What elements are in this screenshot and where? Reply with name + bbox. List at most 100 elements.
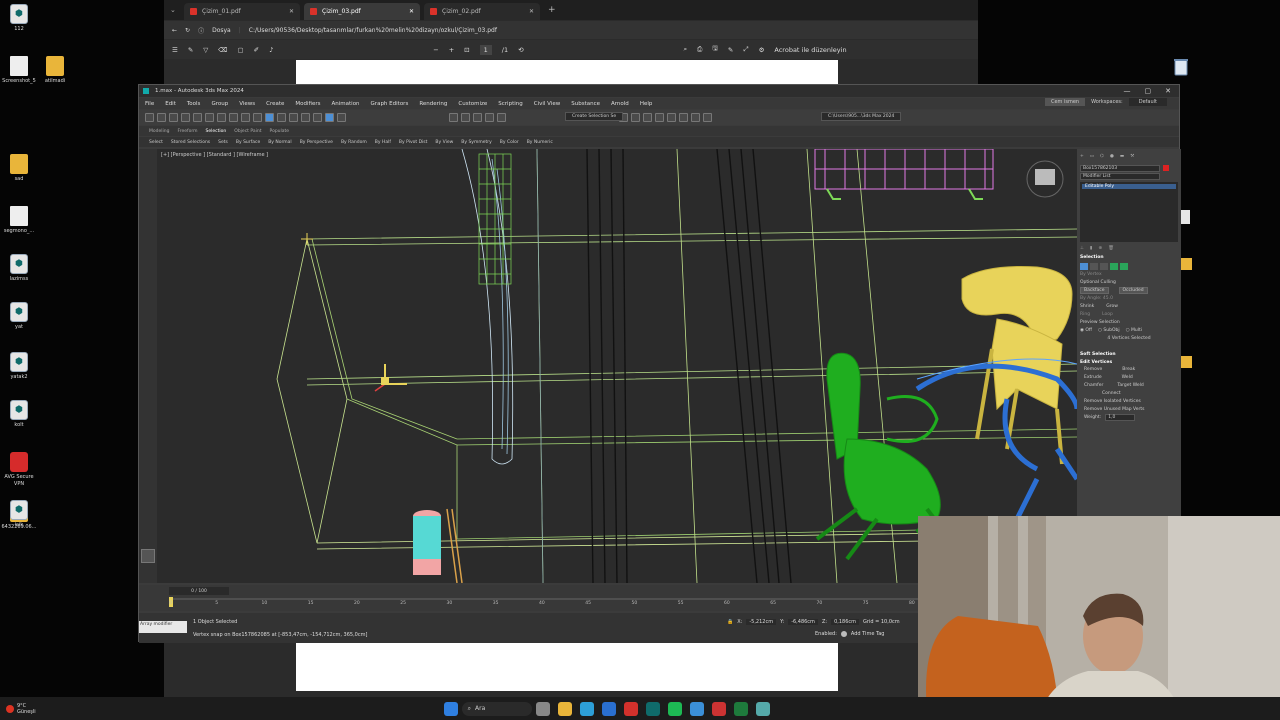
file-explorer-icon[interactable] (557, 701, 572, 716)
named-sel-icon[interactable] (473, 113, 482, 122)
loop-button[interactable]: Loop (1102, 312, 1113, 317)
snap-icon[interactable] (325, 113, 334, 122)
desktop-icon[interactable]: sad (2, 154, 36, 183)
read-aloud-icon[interactable]: ♪ (269, 46, 273, 54)
pin-stack-icon[interactable]: ⊥ (1080, 246, 1084, 251)
render-icon[interactable] (703, 113, 712, 122)
desktop-icon[interactable]: ⬢ 112 (2, 4, 36, 33)
menu-item-civil-view[interactable]: Civil View (534, 101, 560, 107)
page-number-input[interactable]: 1 (479, 44, 492, 55)
rotate-icon[interactable] (277, 113, 286, 122)
z-coordinate[interactable]: 0,186cm (831, 619, 859, 625)
pivot-icon[interactable] (313, 113, 322, 122)
desktop-icon[interactable]: ⬢ lazimss (2, 254, 36, 283)
render-setup-icon[interactable] (679, 113, 688, 122)
menu-item-group[interactable]: Group (211, 101, 228, 107)
desktop-icon[interactable]: atilmadi (38, 56, 72, 85)
selection-set-field[interactable]: Create Selection Se (565, 112, 624, 121)
selection-ribbon-item[interactable]: By Symmetry (461, 140, 492, 145)
object-name-field[interactable]: Box157862103 (1080, 164, 1160, 172)
move-icon[interactable] (265, 113, 274, 122)
stack-item-editable-poly[interactable]: Editable Poly (1082, 184, 1176, 189)
menu-item-modifiers[interactable]: Modifiers (295, 101, 320, 107)
refresh-icon[interactable]: ↻ (185, 27, 190, 34)
desktop-icon[interactable]: AVG Secure VPN (2, 452, 36, 488)
x-coordinate[interactable]: -5,212cm (746, 619, 777, 625)
menu-item-customize[interactable]: Customize (458, 101, 487, 107)
shrink-button[interactable]: Shrink (1080, 304, 1094, 309)
chamfer-button[interactable]: Chamfer (1084, 383, 1103, 388)
grow-button[interactable]: Grow (1106, 304, 1118, 309)
edge-icon[interactable] (579, 701, 594, 716)
curve-editor-icon[interactable] (643, 113, 652, 122)
back-icon[interactable]: ← (172, 27, 177, 34)
taskbar-search[interactable]: ⌕ Ara (461, 701, 532, 716)
selection-ribbon-item[interactable]: By Color (500, 140, 519, 145)
desktop-icon[interactable]: segmono_... (2, 206, 36, 235)
menu-item-tools[interactable]: Tools (187, 101, 201, 107)
modifier-list-dropdown[interactable]: Modifier List (1080, 172, 1160, 180)
ribbon-tab[interactable]: Modeling (149, 129, 169, 134)
highlight-icon[interactable]: ✎ (188, 46, 193, 54)
pdf-tab[interactable]: Çizim_01.pdf ✕ (184, 3, 300, 20)
recorder-icon[interactable] (711, 701, 726, 716)
mirror-icon[interactable] (485, 113, 494, 122)
erase-icon[interactable]: ⌫ (218, 46, 227, 54)
menu-item-rendering[interactable]: Rendering (419, 101, 447, 107)
remove-unused-map-verts-button[interactable]: Remove Unused Map Verts (1080, 405, 1178, 413)
recycle-bin-icon[interactable] (1170, 56, 1192, 86)
modify-tab-icon[interactable]: ▭ (1090, 154, 1094, 159)
store-icon[interactable] (601, 701, 616, 716)
ribbon-tab[interactable]: Object Paint (234, 129, 261, 134)
selection-rollout-header[interactable]: Selection (1080, 255, 1178, 260)
ribbon-tab[interactable]: Populate (270, 129, 290, 134)
enabled-toggle[interactable] (840, 631, 847, 637)
telegram-icon[interactable] (689, 701, 704, 716)
project-path-field[interactable]: C:\Users\905...\3ds Max 2024 (821, 112, 902, 121)
create-tab-icon[interactable]: + (1080, 154, 1084, 159)
selection-ribbon-item[interactable]: By Numeric (527, 140, 553, 145)
menu-item-views[interactable]: Views (239, 101, 255, 107)
remove-modifier-icon[interactable]: 🗑 (1108, 246, 1114, 251)
menu-item-substance[interactable]: Substance (571, 101, 600, 107)
select-name-icon[interactable] (229, 113, 238, 122)
maxscript-listener[interactable]: Array modifier (139, 621, 187, 633)
percent-snap-icon[interactable] (449, 113, 458, 122)
filter-icon[interactable] (205, 113, 214, 122)
object-color-swatch[interactable] (1163, 165, 1169, 171)
desktop-icon[interactable]: ⬢ kolt (2, 400, 36, 429)
ribbon-tab[interactable]: Freeform (177, 129, 197, 134)
vertex-mode-icon[interactable] (1080, 262, 1088, 270)
zoom-in-icon[interactable]: + (449, 46, 454, 54)
minimize-icon[interactable]: — (1124, 87, 1131, 95)
lock-icon[interactable]: 🔒 (727, 619, 733, 625)
menu-item-graph-editors[interactable]: Graph Editors (371, 101, 409, 107)
edit-icon[interactable]: ✎ (728, 46, 733, 54)
selection-ribbon-item[interactable]: By Perspective (300, 140, 333, 145)
menu-item-help[interactable]: Help (640, 101, 653, 107)
backface-button[interactable]: Backface (1080, 286, 1109, 294)
workspace-select[interactable]: Default (1128, 98, 1167, 106)
filter-icon[interactable]: ▽ (203, 46, 208, 54)
menu-item-edit[interactable]: Edit (165, 101, 176, 107)
motion-tab-icon[interactable]: ● (1110, 154, 1114, 159)
menu-item-create[interactable]: Create (266, 101, 284, 107)
add-time-tag-button[interactable]: Add Time Tag (851, 631, 885, 637)
pdf-tab-active[interactable]: Çizim_03.pdf ✕ (304, 3, 420, 20)
preview-off-radio[interactable]: ◉ Off (1080, 328, 1092, 333)
viewport-label[interactable]: [+] [Perspective ] [Standard ] [Wirefram… (161, 152, 268, 158)
material-icon[interactable] (667, 113, 676, 122)
bind-icon[interactable] (193, 113, 202, 122)
display-tab-icon[interactable]: ▬ (1120, 154, 1124, 159)
expand-icon[interactable]: ⤢ (743, 45, 748, 54)
address-bar[interactable]: ← ↻ ⓘ Dosya | C:/Users/90536/Desktop/tas… (164, 21, 978, 39)
rect-select-icon[interactable] (241, 113, 250, 122)
remove-button[interactable]: Remove (1084, 367, 1102, 372)
align-icon[interactable] (497, 113, 506, 122)
render-frame-icon[interactable] (691, 113, 700, 122)
menu-item-arnold[interactable]: Arnold (611, 101, 629, 107)
start-icon[interactable] (443, 701, 458, 716)
new-tab-icon[interactable]: + (548, 5, 556, 15)
link-icon[interactable] (169, 113, 178, 122)
weather-widget[interactable]: 9°C Güneşli (0, 703, 36, 715)
